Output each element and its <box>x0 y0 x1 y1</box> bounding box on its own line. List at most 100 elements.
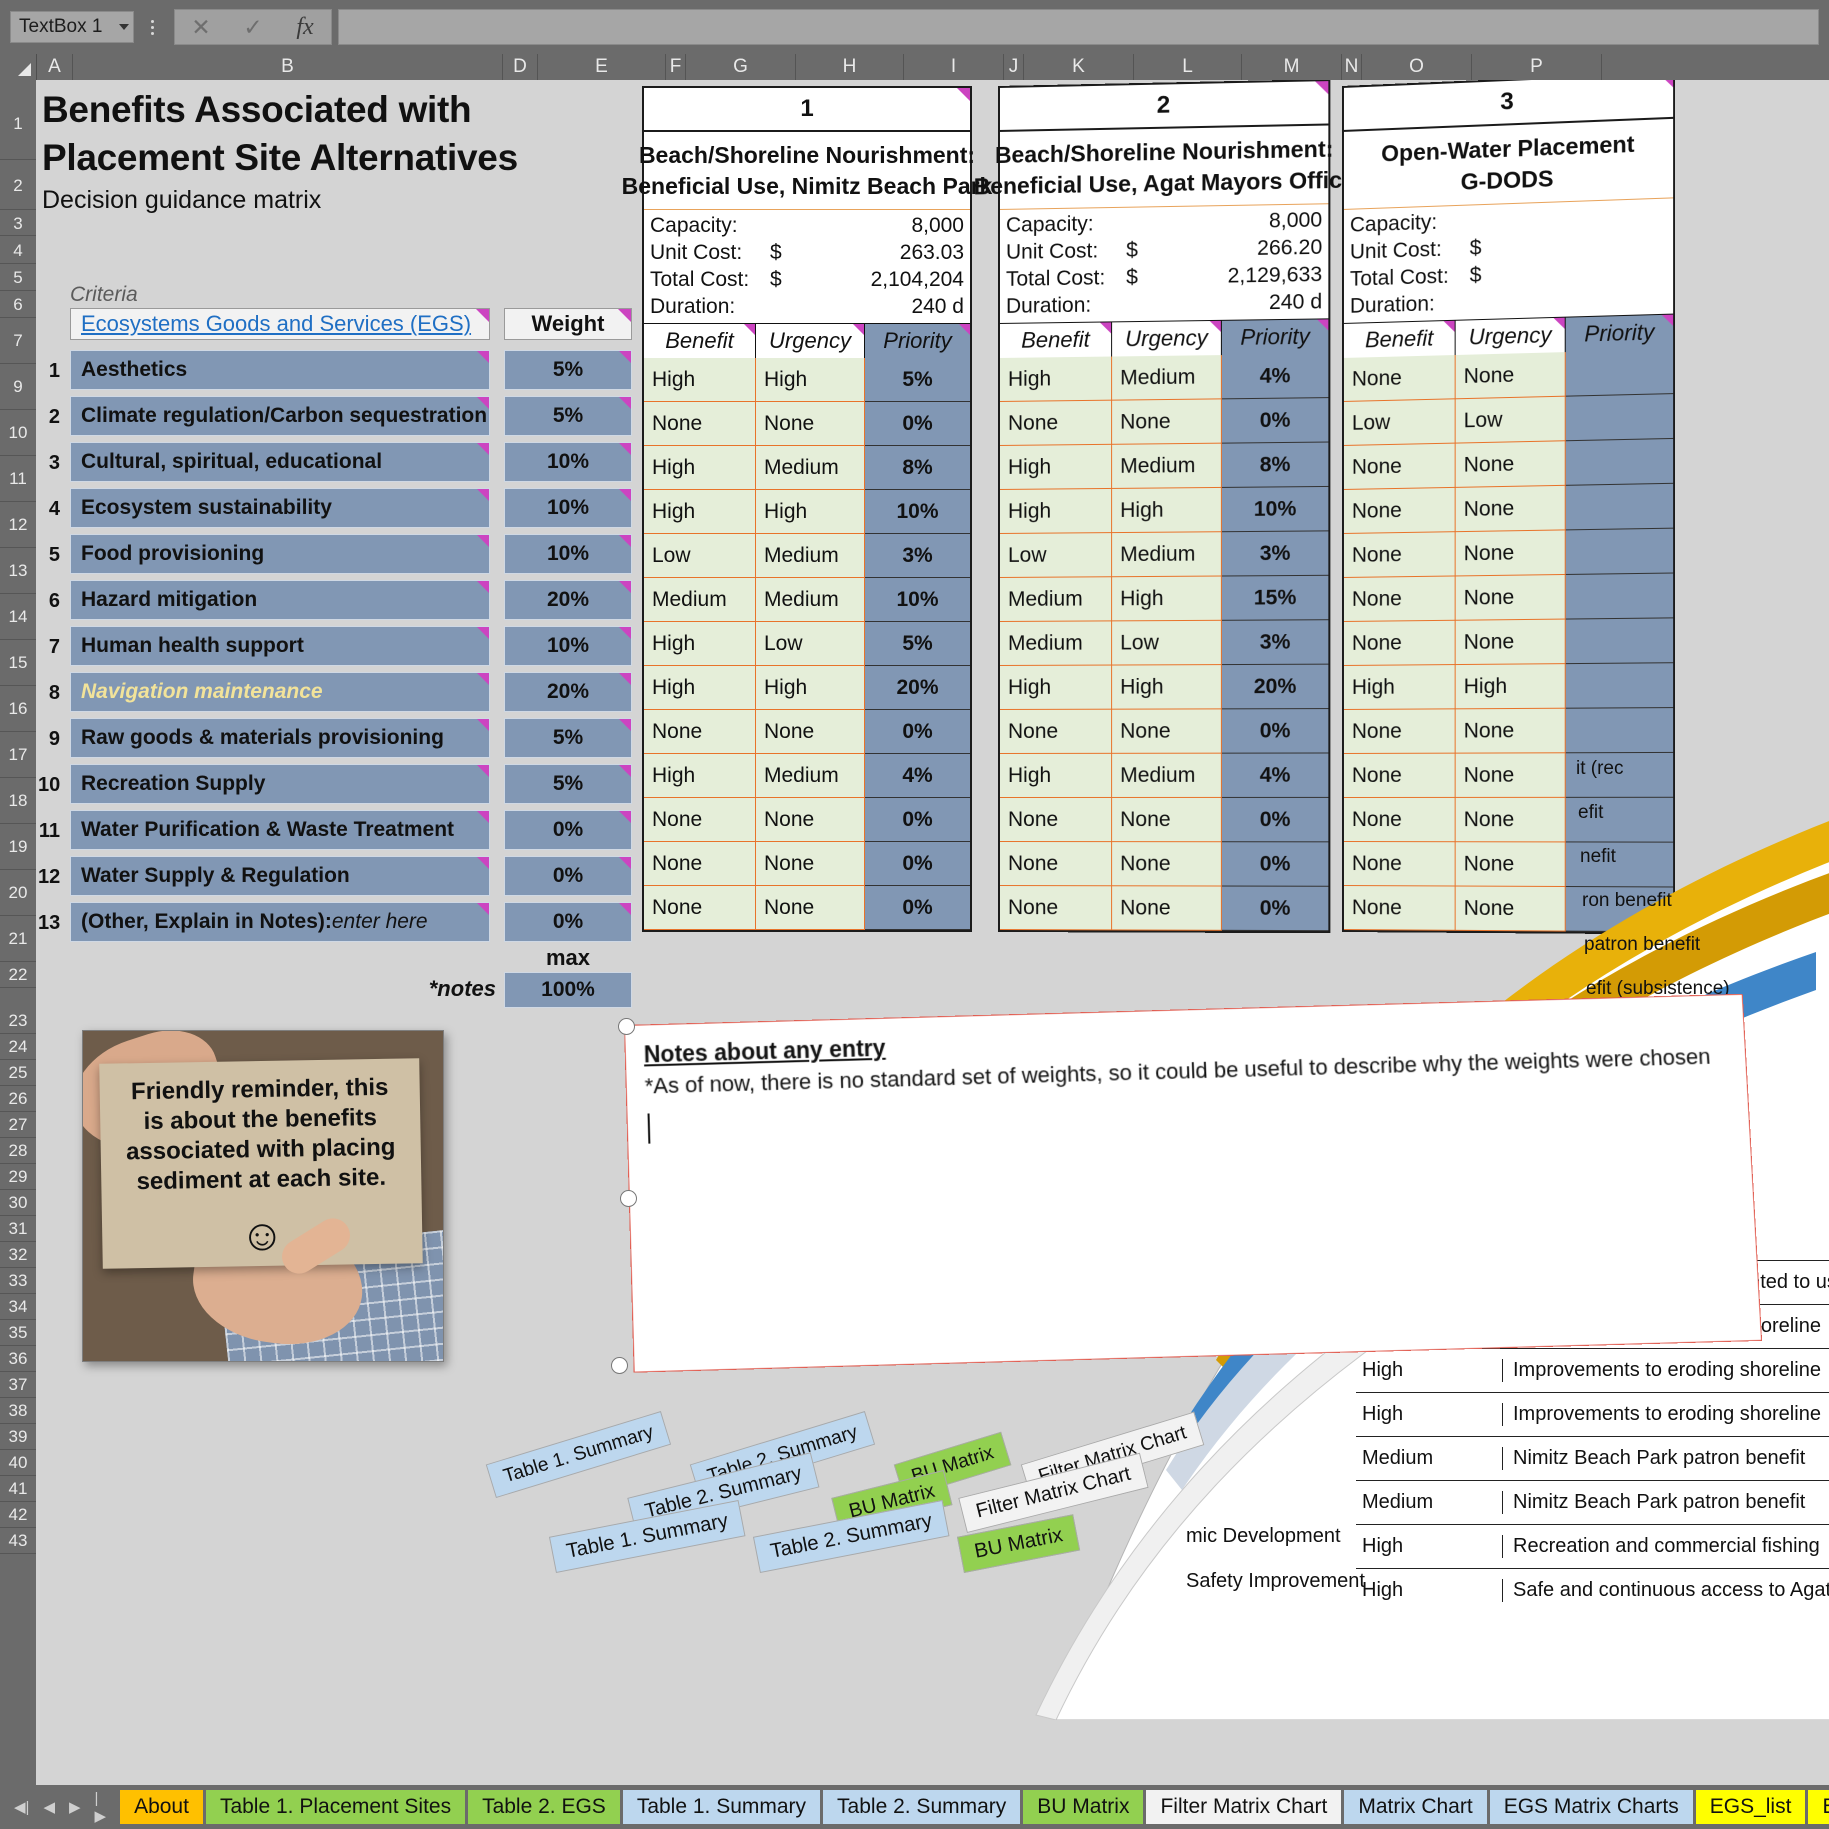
sheet-tab-table-1-summary[interactable]: Table 1. Summary <box>622 1790 821 1824</box>
benefit-cell[interactable]: High <box>1343 665 1456 710</box>
urgency-cell[interactable]: None <box>1455 797 1566 843</box>
row-header-16[interactable]: 16 <box>0 687 36 732</box>
benefit-cell[interactable]: High <box>644 490 756 534</box>
benefit-cell[interactable]: None <box>1343 620 1456 666</box>
benefit-cell[interactable]: Low <box>999 533 1113 578</box>
row-header-35[interactable]: 35 <box>0 1321 36 1346</box>
urgency-cell[interactable]: None <box>756 798 865 842</box>
column-header-o[interactable]: O <box>1362 54 1472 80</box>
benefit-cell[interactable]: High <box>999 753 1113 798</box>
row-header-11[interactable]: 11 <box>0 457 36 502</box>
urgency-cell[interactable]: None <box>1112 886 1222 931</box>
weight-cell[interactable]: 5% <box>504 350 632 390</box>
urgency-cell[interactable]: Low <box>1112 620 1222 666</box>
urgency-cell[interactable]: High <box>1112 487 1222 534</box>
benefit-cell[interactable]: None <box>1343 487 1456 534</box>
weight-cell[interactable]: 10% <box>504 488 632 528</box>
criteria-cell[interactable]: Raw goods & materials provisioning <box>70 718 490 758</box>
weight-cell[interactable]: 10% <box>504 534 632 574</box>
row-header-9[interactable]: 9 <box>0 365 36 410</box>
sheet-tab-about[interactable]: About <box>120 1790 203 1824</box>
benefit-cell[interactable]: None <box>1343 443 1456 490</box>
row-header-39[interactable]: 39 <box>0 1425 36 1450</box>
sheet-tab-egs-deta[interactable]: EGS_deta <box>1808 1790 1829 1824</box>
row-header-27[interactable]: 27 <box>0 1113 36 1138</box>
urgency-cell[interactable]: None <box>1455 352 1566 400</box>
row-header-23[interactable]: 23 <box>0 1009 36 1034</box>
row-header-15[interactable]: 15 <box>0 641 36 686</box>
criteria-cell[interactable]: Cultural, spiritual, educational <box>70 442 490 482</box>
row-header-20[interactable]: 20 <box>0 871 36 916</box>
urgency-cell[interactable]: None <box>1455 619 1566 666</box>
benefit-cell[interactable]: High <box>644 754 756 798</box>
urgency-cell[interactable]: None <box>1112 399 1222 445</box>
cancel-formula-icon[interactable]: ✕ <box>175 11 227 43</box>
row-header-43[interactable]: 43 <box>0 1529 36 1554</box>
urgency-cell[interactable]: None <box>1112 709 1222 754</box>
column-header-i[interactable]: I <box>904 54 1004 80</box>
benefit-cell[interactable]: Medium <box>999 577 1113 622</box>
row-header-3[interactable]: 3 <box>0 212 36 236</box>
column-header-p[interactable]: P <box>1472 54 1602 80</box>
row-header-13[interactable]: 13 <box>0 549 36 594</box>
sheet-tab-table-1-placement-sites[interactable]: Table 1. Placement Sites <box>205 1790 466 1824</box>
row-header-2[interactable]: 2 <box>0 162 36 210</box>
urgency-cell[interactable]: None <box>1455 441 1566 488</box>
benefit-cell[interactable]: Low <box>1343 399 1456 446</box>
benefit-cell[interactable]: High <box>644 622 756 666</box>
benefit-cell[interactable]: High <box>999 356 1113 402</box>
benefit-cell[interactable]: None <box>644 402 756 446</box>
resize-handle-top-left[interactable] <box>618 1018 635 1035</box>
column-header-l[interactable]: L <box>1134 54 1242 80</box>
row-header-17[interactable]: 17 <box>0 733 36 778</box>
benefit-cell[interactable]: None <box>999 709 1113 754</box>
urgency-cell[interactable]: High <box>756 666 865 710</box>
sheet-tab-egs-matrix-charts[interactable]: EGS Matrix Charts <box>1489 1790 1693 1824</box>
weight-cell[interactable]: 10% <box>504 626 632 666</box>
next-sheet-icon[interactable]: ▶ <box>69 1798 81 1816</box>
column-header-e[interactable]: E <box>538 54 666 80</box>
weight-cell[interactable]: 20% <box>504 672 632 712</box>
criteria-cell[interactable]: Water Purification & Waste Treatment <box>70 810 490 850</box>
column-header-a[interactable]: A <box>37 54 73 80</box>
column-header-n[interactable]: N <box>1342 54 1362 80</box>
sheet-tab-egs-list[interactable]: EGS_list <box>1695 1790 1806 1824</box>
row-header-42[interactable]: 42 <box>0 1503 36 1528</box>
row-header-29[interactable]: 29 <box>0 1165 36 1190</box>
row-header-14[interactable]: 14 <box>0 595 36 640</box>
benefit-cell[interactable]: None <box>999 400 1113 446</box>
column-header-b[interactable]: B <box>73 54 503 80</box>
urgency-cell[interactable]: High <box>1112 665 1222 710</box>
last-sheet-icon[interactable]: |▶ <box>95 1790 107 1825</box>
row-header-31[interactable]: 31 <box>0 1217 36 1242</box>
urgency-cell[interactable]: None <box>756 842 865 886</box>
urgency-cell[interactable]: Medium <box>756 578 865 622</box>
column-header-d[interactable]: D <box>503 54 538 80</box>
benefit-cell[interactable]: High <box>644 358 756 402</box>
row-header-10[interactable]: 10 <box>0 411 36 456</box>
benefit-cell[interactable]: None <box>1343 532 1456 578</box>
row-header-32[interactable]: 32 <box>0 1243 36 1268</box>
criteria-cell[interactable]: Food provisioning <box>70 534 490 574</box>
sheet-tab-table-2-egs[interactable]: Table 2. EGS <box>468 1790 620 1824</box>
benefit-cell[interactable]: None <box>999 842 1113 887</box>
criteria-cell[interactable]: Recreation Supply <box>70 764 490 804</box>
row-header-22[interactable]: 22 <box>0 963 36 988</box>
column-header-g[interactable]: G <box>686 54 796 80</box>
column-header-m[interactable]: M <box>1242 54 1342 80</box>
urgency-cell[interactable]: Medium <box>756 534 865 578</box>
benefit-cell[interactable]: None <box>644 710 756 754</box>
sheet-tab-filter-matrix-chart[interactable]: Filter Matrix Chart <box>1146 1790 1342 1824</box>
urgency-cell[interactable]: High <box>1112 576 1222 622</box>
benefit-cell[interactable]: High <box>999 665 1113 710</box>
urgency-cell[interactable]: None <box>756 710 865 754</box>
select-all-corner[interactable] <box>0 54 37 80</box>
row-header-36[interactable]: 36 <box>0 1347 36 1372</box>
urgency-cell[interactable]: Medium <box>1112 753 1222 798</box>
urgency-cell[interactable]: Medium <box>756 754 865 798</box>
urgency-cell[interactable]: High <box>756 490 865 534</box>
benefit-cell[interactable]: None <box>1343 355 1456 402</box>
weight-cell[interactable]: 0% <box>504 810 632 850</box>
benefit-cell[interactable]: None <box>1343 842 1456 887</box>
first-sheet-icon[interactable]: ◀| <box>14 1798 29 1816</box>
